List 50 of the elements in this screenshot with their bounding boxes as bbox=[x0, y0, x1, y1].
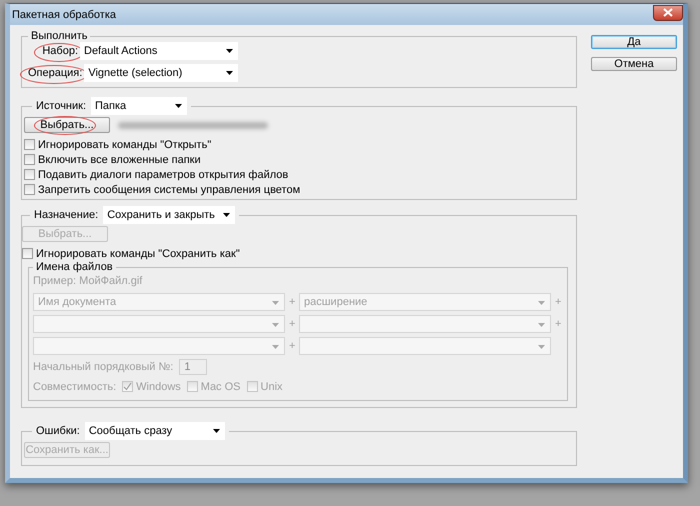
caret-icon bbox=[212, 429, 220, 433]
checkbox[interactable] bbox=[24, 139, 35, 150]
checkbox-label: Включить все вложенные папки bbox=[38, 154, 201, 166]
choose-button[interactable]: Выбрать... bbox=[24, 117, 110, 133]
dropdown[interactable]: Папка bbox=[91, 97, 188, 115]
ok-button[interactable]: Да bbox=[591, 35, 677, 49]
checkbox[interactable] bbox=[24, 184, 35, 195]
caret-icon bbox=[272, 301, 279, 305]
caret-icon bbox=[175, 104, 182, 108]
checkbox-label: Подавить диалоги параметров открытия файлов bbox=[38, 168, 288, 180]
caret-icon bbox=[272, 345, 279, 349]
checkbox-label: Mac OS bbox=[200, 380, 241, 392]
field-label: Совместимость: bbox=[33, 380, 116, 392]
field-label: Назначение: bbox=[34, 209, 98, 221]
checkbox-label: Unix bbox=[260, 380, 283, 392]
checkbox-label: Игнорировать команды "Сохранить как" bbox=[36, 248, 240, 260]
dropdown[interactable]: Vignette (selection) bbox=[84, 64, 238, 82]
cancel-button[interactable]: Отмена bbox=[591, 57, 677, 71]
close-button[interactable] bbox=[653, 4, 683, 20]
field-label: Набор: bbox=[42, 45, 78, 57]
group-label: Имена файлов bbox=[36, 261, 113, 273]
caret-icon bbox=[226, 49, 233, 53]
caret-icon bbox=[226, 71, 233, 75]
caret-icon bbox=[538, 345, 545, 349]
field-label: Операция: bbox=[28, 67, 82, 79]
checkbox-label: Запретить сообщения системы управления цветом bbox=[38, 184, 300, 196]
field-label: Начальный порядковый №: bbox=[33, 361, 174, 373]
plus-sign: + bbox=[289, 296, 295, 308]
field-label: Источник: bbox=[36, 100, 86, 112]
checkbox-label: Игнорировать команды "Открыть" bbox=[38, 138, 212, 150]
field-label: Ошибки: bbox=[36, 425, 80, 437]
example-text: Пример: МойФайл.gif bbox=[33, 275, 144, 287]
checkbox-label: Windows bbox=[136, 380, 181, 392]
dropdown[interactable]: Сообщать сразу bbox=[84, 422, 225, 440]
dropdown[interactable]: Сохранить и закрыть bbox=[103, 206, 236, 224]
caret-icon bbox=[538, 323, 545, 327]
plus-sign: + bbox=[555, 296, 561, 308]
caret-icon bbox=[272, 323, 279, 327]
dropdown[interactable]: Default Actions bbox=[80, 42, 238, 60]
checkbox[interactable] bbox=[22, 248, 33, 259]
caret-icon bbox=[538, 301, 545, 305]
caret-icon bbox=[223, 213, 230, 217]
plus-sign: + bbox=[289, 318, 295, 330]
plus-sign: + bbox=[555, 318, 561, 330]
window-title: Пакетная обработка bbox=[12, 8, 116, 20]
group-label: Выполнить bbox=[31, 30, 88, 42]
plus-sign: + bbox=[289, 340, 295, 352]
close-icon bbox=[663, 8, 673, 17]
checkbox[interactable] bbox=[24, 169, 35, 180]
checkbox[interactable] bbox=[24, 154, 35, 165]
